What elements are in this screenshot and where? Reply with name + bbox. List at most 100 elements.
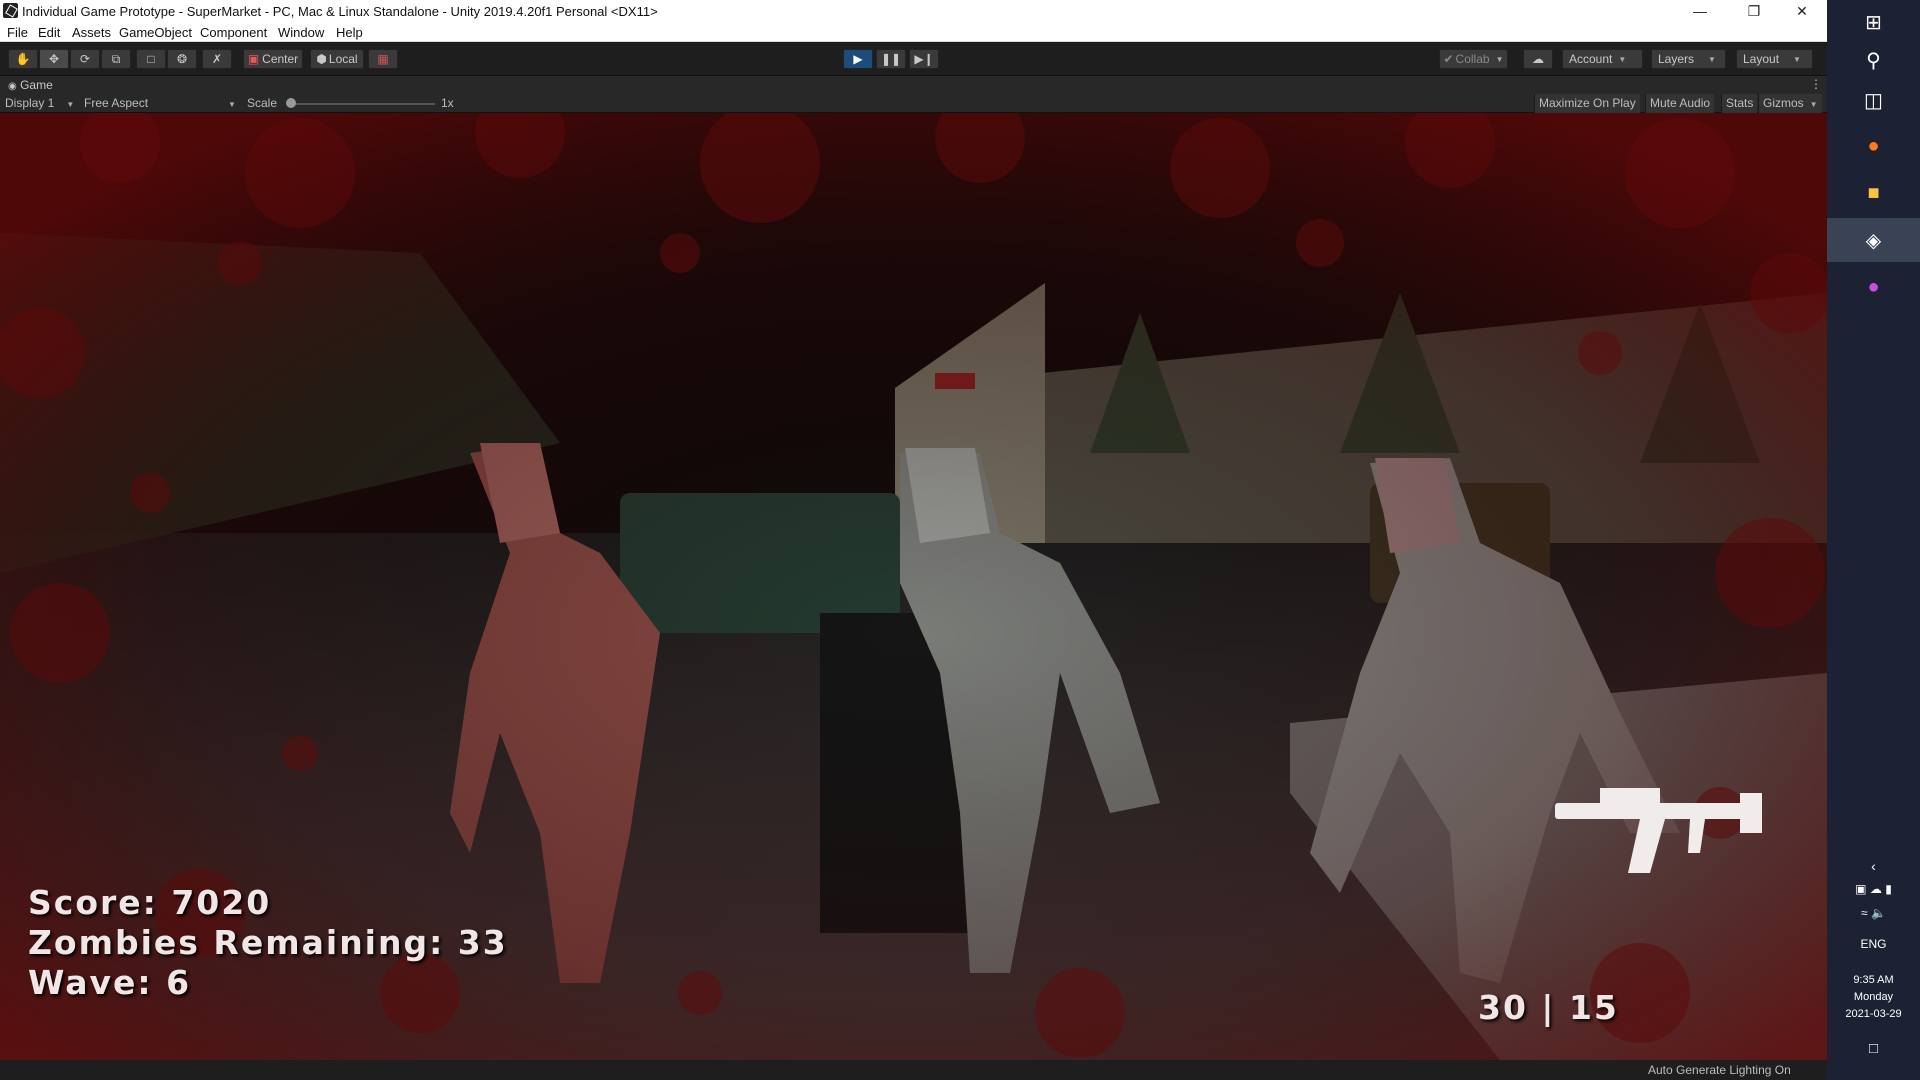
chevron-down-icon: ▼ <box>1793 54 1801 64</box>
gamepad-icon: ◉ <box>8 81 17 92</box>
pivot-mode-button[interactable]: ▣ Center <box>243 49 303 69</box>
scale-slider-handle[interactable] <box>286 98 296 108</box>
display-dropdown[interactable]: Display 1 ▼ <box>5 96 74 110</box>
scale-icon: ⧉ <box>111 51 121 66</box>
layout-dropdown[interactable]: Layout ▼ <box>1736 49 1813 69</box>
chevron-down-icon: ▼ <box>1495 54 1504 64</box>
game-viewport[interactable]: Score: 7020 Zombies Remaining: 33 Wave: … <box>0 113 1827 1060</box>
network-volume-icons[interactable]: ≈ 🔈 <box>1827 906 1920 920</box>
lighting-status[interactable]: Auto Generate Lighting On <box>1648 1063 1791 1077</box>
chevron-down-icon: ▼ <box>1708 54 1716 64</box>
game-scene <box>0 113 1827 1060</box>
firefox-taskbar-item[interactable]: ● <box>1827 124 1920 168</box>
minimize-icon: — <box>1693 3 1707 19</box>
tray-icons[interactable]: ▣ ☁ ▮ <box>1827 882 1920 896</box>
rotate-tool-button[interactable]: ⟳ <box>70 49 100 69</box>
onedrive-icon: ☁ <box>1869 882 1882 896</box>
unity-taskbar-item[interactable]: ◈ <box>1827 218 1920 262</box>
layout-label: Layout <box>1743 52 1780 66</box>
unity-logo-icon <box>3 3 18 18</box>
cloud-button[interactable]: ☁ <box>1523 49 1553 69</box>
collab-label: Collab <box>1455 52 1490 66</box>
pivot-space-button[interactable]: ⬢ Local <box>310 49 364 69</box>
language-indicator[interactable]: ENG <box>1827 937 1920 951</box>
move-tool-button[interactable]: ✥ <box>39 49 69 69</box>
play-icon: ▶ <box>853 52 863 66</box>
custom-tool-button[interactable]: ✗ <box>202 49 232 69</box>
search-button[interactable]: ⚲ <box>1827 38 1920 82</box>
clock-day: Monday <box>1853 991 1894 1003</box>
task-view-icon: ◫ <box>1864 89 1883 112</box>
wave-text: Wave: 6 <box>28 963 192 1002</box>
chevron-down-icon: ▼ <box>1618 54 1627 64</box>
transform-icon: ❂ <box>176 52 188 66</box>
layers-dropdown[interactable]: Layers ▼ <box>1651 49 1726 69</box>
clock-time[interactable]: 9:35 AM <box>1827 974 1920 986</box>
rect-tool-button[interactable]: □ <box>136 49 166 69</box>
gizmos-dropdown[interactable]: Gizmos ▼ <box>1758 94 1822 113</box>
scale-tool-button[interactable]: ⧉ <box>101 49 131 69</box>
rect-icon: □ <box>147 52 155 66</box>
restore-button[interactable]: ❐ <box>1731 0 1777 22</box>
menu-window[interactable]: Window <box>278 25 324 40</box>
pause-icon: ❚❚ <box>880 52 902 66</box>
app-taskbar-item[interactable]: ● <box>1827 265 1920 309</box>
chevron-left-icon: ‹ <box>1871 858 1876 874</box>
close-button[interactable]: ✕ <box>1779 0 1825 22</box>
menu-component[interactable]: Component <box>200 25 267 40</box>
firefox-icon: ● <box>1867 134 1880 157</box>
layers-label: Layers <box>1658 52 1695 66</box>
title-bar: Individual Game Prototype - SuperMarket … <box>0 0 1827 22</box>
chevron-down-icon: ▼ <box>1809 100 1818 109</box>
chevron-down-icon: ▼ <box>228 100 236 109</box>
file-explorer-taskbar-item[interactable]: ■ <box>1827 171 1920 215</box>
cloud-icon: ☁ <box>1532 52 1544 66</box>
folder-icon: ■ <box>1867 181 1880 204</box>
menu-assets[interactable]: Assets <box>72 25 111 40</box>
paint-drop-icon: ● <box>1867 275 1880 298</box>
menu-gameobject[interactable]: GameObject <box>119 25 192 40</box>
aspect-dropdown[interactable]: Free Aspect ▼ <box>84 96 236 110</box>
local-icon: ⬢ <box>316 52 327 66</box>
display-label: Display 1 <box>5 96 55 110</box>
grid-snap-icon: ▦ <box>377 52 389 66</box>
show-hidden-icons-button[interactable]: ‹ <box>1827 858 1920 874</box>
minimize-button[interactable]: — <box>1677 0 1723 22</box>
game-tab[interactable]: ◉ Game <box>8 78 53 92</box>
menu-help[interactable]: Help <box>336 25 363 40</box>
menu-file[interactable]: File <box>7 25 28 40</box>
scale-value: 1x <box>441 96 454 110</box>
task-view-button[interactable]: ◫ <box>1827 78 1920 122</box>
more-options-icon[interactable]: ⋮ <box>1810 77 1822 91</box>
scale-label: Scale <box>247 96 278 110</box>
step-button[interactable]: ▶❙ <box>909 49 939 69</box>
restore-icon: ❐ <box>1747 2 1761 19</box>
account-dropdown[interactable]: Account ▼ <box>1562 49 1643 69</box>
meet-now-icon: ▣ <box>1855 882 1867 896</box>
zombies-remaining-text: Zombies Remaining: 33 <box>28 923 508 962</box>
score-text: Score: 7020 <box>28 883 272 922</box>
battery-icon: ▮ <box>1885 882 1892 896</box>
windows-taskbar: ⊞ ⚲ ◫ ● ■ ◈ ● ‹ ▣ ☁ ▮ ≈ 🔈 ENG 9:35 AM Mo… <box>1827 0 1920 1080</box>
volume-icon: 🔈 <box>1870 906 1886 920</box>
window-title: Individual Game Prototype - SuperMarket … <box>22 4 658 19</box>
game-view-toolbar: Display 1 ▼ Free Aspect ▼ Scale 1x Maximiz… <box>0 94 1827 113</box>
transform-tool-button[interactable]: ❂ <box>167 49 197 69</box>
menu-edit[interactable]: Edit <box>38 25 60 40</box>
clock-date: 2021-03-29 <box>1845 1008 1902 1020</box>
wifi-icon: ≈ <box>1861 906 1868 920</box>
pause-button[interactable]: ❚❚ <box>876 49 906 69</box>
custom-tool-icon: ✗ <box>211 52 223 66</box>
stats-toggle[interactable]: Stats <box>1721 94 1758 113</box>
action-center-button[interactable]: □ <box>1827 1040 1920 1057</box>
unity-icon: ◈ <box>1865 229 1882 252</box>
scale-slider-track[interactable] <box>290 103 435 105</box>
play-button[interactable]: ▶ <box>843 49 873 69</box>
maximize-on-play-toggle[interactable]: Maximize On Play <box>1534 94 1640 113</box>
mute-audio-toggle[interactable]: Mute Audio <box>1645 94 1715 113</box>
step-icon: ▶❙ <box>914 52 934 66</box>
hand-icon: ✋ <box>15 52 31 66</box>
snap-button[interactable]: ▦ <box>368 49 398 69</box>
hand-tool-button[interactable]: ✋ <box>8 49 38 69</box>
collab-dropdown[interactable]: ✔ Collab ▼ <box>1439 49 1508 69</box>
